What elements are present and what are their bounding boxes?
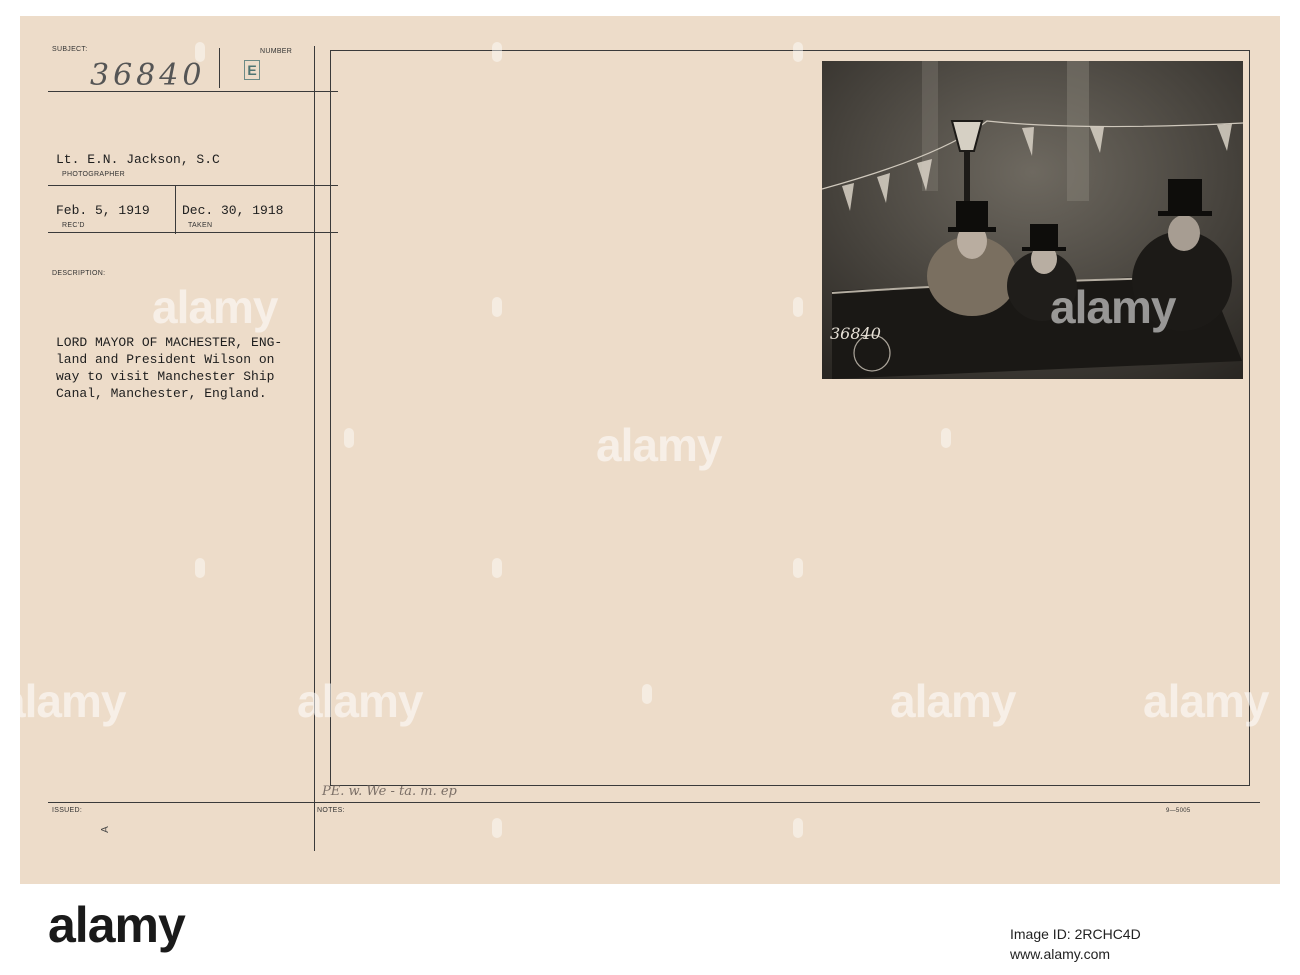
corner-mark: A: [99, 826, 111, 833]
watermark-dot: [941, 428, 951, 448]
frame-left: [330, 50, 331, 786]
watermark-dot: [195, 558, 205, 578]
top-hat: [956, 201, 988, 231]
photographer-underline: [48, 185, 338, 186]
frame-top: [330, 50, 1250, 51]
watermark-dot: [344, 428, 354, 448]
photo-scene: 36840: [822, 61, 1243, 379]
top-hat: [1030, 224, 1058, 250]
photographer-label: PHOTOGRAPHER: [62, 171, 125, 178]
description-text: LORD MAYOR OF MACHESTER, ENG- land and P…: [56, 334, 282, 402]
archival-photograph: 36840: [822, 61, 1243, 379]
description-line: land and President Wilson on: [56, 352, 275, 367]
building-column: [1067, 61, 1089, 201]
subject-label: SUBJECT:: [52, 46, 88, 53]
photo-number: 36840: [830, 324, 881, 343]
hat-brim: [948, 227, 996, 232]
watermark-dot: [642, 684, 652, 704]
received-date: Feb. 5, 1919: [56, 203, 150, 218]
subject-number: 36840: [90, 58, 206, 93]
photographer-name: Lt. E.N. Jackson, S.C: [56, 152, 220, 167]
taken-label: TAKEN: [188, 222, 213, 229]
watermark-dot: [492, 818, 502, 838]
corner-code: 9—5005: [1166, 808, 1191, 814]
watermark-dot: [793, 297, 803, 317]
description-line: LORD MAYOR OF MACHESTER, ENG-: [56, 335, 283, 350]
number-value: E: [244, 60, 260, 80]
site-url[interactable]: www.alamy.com: [1010, 946, 1110, 962]
alamy-logo[interactable]: alamy: [48, 896, 186, 954]
watermark-dot: [492, 558, 502, 578]
notes-handwriting: PE. w. We - ta. m. ep: [322, 784, 457, 799]
issued-label: ISSUED:: [52, 807, 83, 814]
frame-bottom: [330, 785, 1250, 786]
watermark-dot: [793, 42, 803, 62]
top-hat: [1168, 179, 1202, 215]
watermark-dot: [492, 297, 502, 317]
image-id: Image ID: 2RCHC4D: [1010, 926, 1141, 942]
dates-divider: [175, 186, 176, 234]
description-line: Canal, Manchester, England.: [56, 386, 267, 401]
taken-date: Dec. 30, 1918: [182, 203, 284, 218]
watermark-dot: [195, 42, 205, 62]
number-label: NUMBER: [260, 48, 293, 55]
watermark-dot: [492, 42, 502, 62]
notes-label: NOTES:: [317, 807, 345, 814]
watermark-dot: [793, 558, 803, 578]
subject-divider: [219, 48, 220, 88]
description-line: way to visit Manchester Ship: [56, 369, 275, 384]
dates-underline: [48, 232, 338, 233]
bottom-rule: [48, 802, 1260, 803]
column-divider: [314, 46, 315, 851]
description-label: DESCRIPTION:: [52, 270, 106, 277]
received-label: REC'D: [62, 222, 85, 229]
watermark-dot: [793, 818, 803, 838]
frame-right: [1249, 50, 1250, 786]
face: [1168, 215, 1200, 251]
hat-brim: [1022, 247, 1066, 251]
hat-brim: [1158, 211, 1212, 216]
